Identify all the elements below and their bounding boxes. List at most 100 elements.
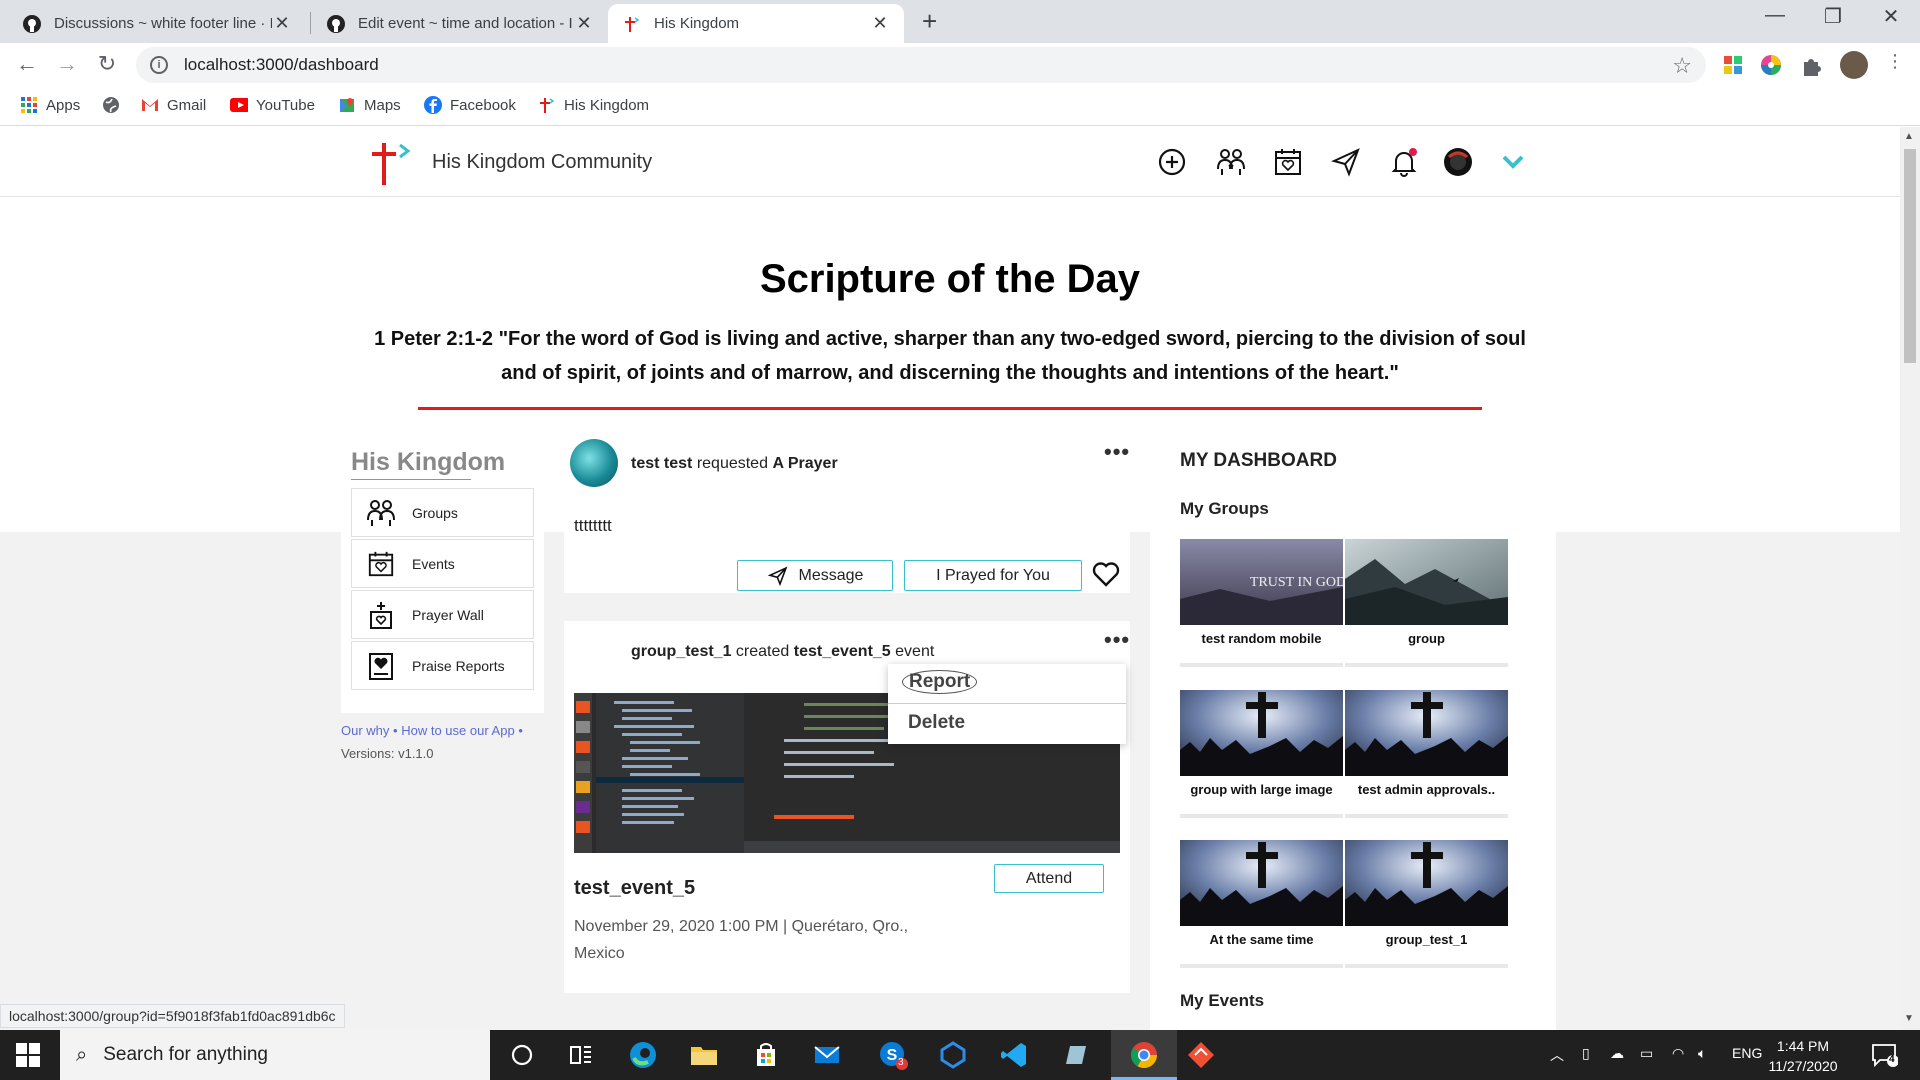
back-icon[interactable]: ←: [12, 51, 42, 77]
event-title[interactable]: test_event_5: [574, 877, 695, 900]
his-kingdom-logo[interactable]: [370, 139, 418, 192]
address-bar[interactable]: i localhost:3000/dashboard ☆: [136, 47, 1706, 83]
bookmark-globe[interactable]: [102, 96, 128, 114]
forward-icon[interactable]: →: [52, 51, 82, 77]
group-tile[interactable]: At the same time: [1180, 840, 1343, 968]
browser-tab-active[interactable]: His Kingdom ✕: [608, 4, 904, 43]
bookmark-label: Gmail: [167, 96, 207, 114]
group-tile[interactable]: group: [1345, 539, 1508, 667]
close-tab-icon[interactable]: ✕: [574, 13, 594, 34]
message-button[interactable]: Message: [737, 560, 893, 591]
post-group[interactable]: group_test_1: [631, 643, 731, 660]
mail-icon[interactable]: [812, 1040, 842, 1070]
action-center-icon[interactable]: 4: [1870, 1042, 1900, 1070]
scrollbar-thumb[interactable]: [1904, 149, 1916, 363]
post-verb: created: [735, 643, 790, 660]
group-image: [1345, 840, 1508, 926]
post-object: A Prayer: [772, 455, 838, 472]
report-menu-item[interactable]: Report: [902, 670, 978, 694]
scroll-down-arrow[interactable]: ▼: [1904, 1013, 1914, 1024]
window-close-icon[interactable]: ✕: [1862, 4, 1920, 29]
bookmark-star-icon[interactable]: ☆: [1672, 53, 1692, 79]
reload-icon[interactable]: ↻: [92, 51, 122, 77]
sidebar-item-events[interactable]: Events: [351, 539, 534, 588]
group-tile[interactable]: group with large image: [1180, 690, 1343, 818]
bookmark-his-kingdom[interactable]: His Kingdom: [538, 96, 649, 114]
gitkraken-icon[interactable]: [1186, 1040, 1216, 1070]
wifi-icon[interactable]: ◠: [1672, 1045, 1684, 1062]
close-tab-icon[interactable]: ✕: [870, 13, 890, 34]
profile-avatar[interactable]: [1443, 147, 1473, 177]
extensions-puzzle-icon[interactable]: [1800, 54, 1822, 76]
page-scrollbar[interactable]: ▲ ▼: [1900, 127, 1920, 1030]
scroll-up-arrow[interactable]: ▲: [1904, 131, 1914, 142]
skype-icon[interactable]: S 3: [878, 1040, 908, 1070]
heart-like-icon[interactable]: [1092, 561, 1120, 587]
show-hidden-icons[interactable]: ︿: [1550, 1045, 1564, 1065]
bookmark-youtube[interactable]: YouTube: [230, 96, 315, 114]
new-tab-button[interactable]: +: [922, 6, 937, 37]
delete-menu-item[interactable]: Delete: [908, 712, 965, 734]
group-image: [1180, 690, 1343, 776]
azure-devops-icon[interactable]: [938, 1040, 968, 1070]
group-tile[interactable]: group_test_1: [1345, 840, 1508, 968]
user-avatar[interactable]: [570, 439, 618, 487]
chevron-down-icon[interactable]: [1500, 147, 1530, 177]
sidebar-title: His Kingdom: [351, 448, 506, 476]
more-options-icon[interactable]: •••: [1104, 627, 1130, 653]
bookmark-facebook[interactable]: Facebook: [424, 96, 516, 114]
left-sidebar: His Kingdom Groups Events Prayer Wall Pr…: [341, 433, 544, 713]
bell-icon[interactable]: [1389, 147, 1419, 177]
group-tile[interactable]: TRUST IN GOD test random mobile: [1180, 539, 1343, 667]
windows-start-icon[interactable]: [16, 1043, 42, 1069]
sidebar-item-praise-reports[interactable]: Praise Reports: [351, 641, 534, 690]
battery-icon[interactable]: ▭: [1640, 1045, 1653, 1062]
close-tab-icon[interactable]: ✕: [272, 13, 292, 34]
site-info-icon[interactable]: i: [150, 56, 168, 74]
device-icon[interactable]: ▯: [1582, 1045, 1590, 1062]
my-dashboard-panel: MY DASHBOARD My Groups TRUST IN GOD test…: [1150, 433, 1556, 1030]
taskbar-search-box[interactable]: ⌕ Search for anything: [60, 1030, 490, 1080]
bookmark-gmail[interactable]: Gmail: [141, 96, 206, 114]
bookmark-apps[interactable]: Apps: [20, 96, 80, 114]
scripture-divider: [418, 407, 1482, 410]
search-placeholder: Search for anything: [103, 1044, 268, 1065]
office-extension-icon[interactable]: [1722, 54, 1744, 76]
minimize-icon[interactable]: —: [1746, 4, 1804, 27]
sidebar-item-groups[interactable]: Groups: [351, 488, 534, 537]
color-wheel-extension-icon[interactable]: [1760, 54, 1782, 76]
profile-avatar[interactable]: [1840, 51, 1868, 79]
more-options-icon[interactable]: •••: [1104, 439, 1130, 465]
browser-tab[interactable]: Edit event ~ time and location - I ✕: [312, 4, 608, 43]
onedrive-icon[interactable]: ☁: [1610, 1045, 1624, 1062]
chrome-menu-icon[interactable]: ⋮: [1880, 51, 1910, 72]
chrome-taskbar-button[interactable]: [1111, 1030, 1177, 1080]
edge-icon[interactable]: [628, 1040, 658, 1070]
how-to-use-link[interactable]: How to use our App: [401, 723, 514, 738]
file-explorer-icon[interactable]: [689, 1040, 719, 1070]
task-view-icon[interactable]: [566, 1040, 596, 1070]
plus-circle-icon[interactable]: [1157, 147, 1187, 177]
restore-icon[interactable]: ❐: [1804, 4, 1862, 29]
i-prayed-button[interactable]: I Prayed for You: [904, 560, 1082, 591]
youtube-icon: [230, 96, 248, 114]
post-author[interactable]: test test: [631, 455, 692, 472]
browser-tab[interactable]: Discussions ~ white footer line · I ✕: [8, 4, 306, 43]
brand-name[interactable]: His Kingdom Community: [432, 151, 652, 174]
vscode-icon[interactable]: [999, 1040, 1029, 1070]
post-event-name[interactable]: test_event_5: [794, 643, 891, 660]
our-why-link[interactable]: Our why: [341, 723, 389, 738]
notes-app-icon[interactable]: [1060, 1040, 1090, 1070]
taskbar-clock[interactable]: 1:44 PM 11/27/2020: [1760, 1036, 1846, 1076]
volume-icon[interactable]: 🔈︎: [1698, 1045, 1706, 1062]
send-icon[interactable]: [1331, 147, 1361, 177]
group-tile[interactable]: test admin approvals..: [1345, 690, 1508, 818]
store-icon[interactable]: [751, 1040, 781, 1070]
groups-icon[interactable]: [1215, 147, 1245, 177]
cortana-icon[interactable]: [507, 1040, 537, 1070]
calendar-heart-icon[interactable]: [1273, 147, 1303, 177]
language-indicator[interactable]: ENG: [1732, 1045, 1762, 1061]
sidebar-item-prayer-wall[interactable]: Prayer Wall: [351, 590, 534, 639]
bookmark-maps[interactable]: Maps: [338, 96, 401, 114]
attend-button[interactable]: Attend: [994, 864, 1104, 893]
